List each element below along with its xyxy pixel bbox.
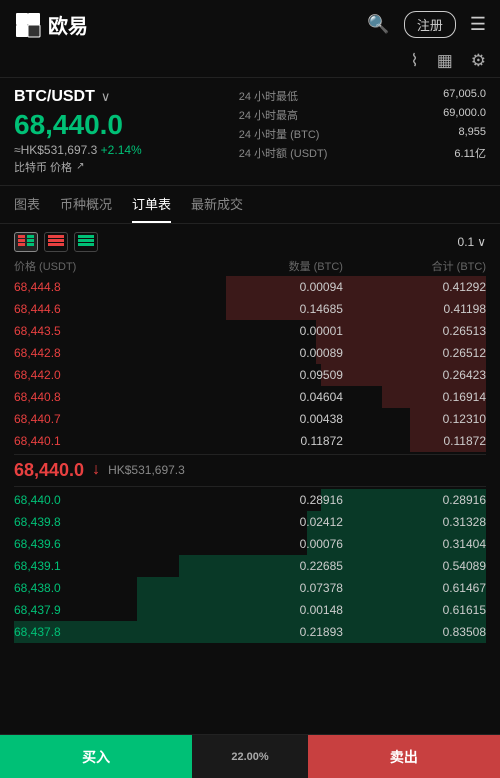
main-price: 68,440.0 (14, 110, 239, 141)
bottom-bar: 买入 22.00% 卖出 (0, 734, 500, 778)
stat-row-1: 24 小时最高 69,000.0 (239, 107, 486, 123)
tab-chart[interactable]: 图表 (14, 194, 40, 223)
precision-chevron: ∨ (477, 235, 486, 249)
hk-price: ≈HK$531,697.3 +2.14% (14, 143, 239, 157)
tab-trades[interactable]: 最新成交 (191, 194, 243, 223)
buy-row[interactable]: 68,439.6 0.00076 0.31404 (14, 533, 486, 555)
ob-col-header: 价格 (USDT) 数量 (BTC) 合计 (BTC) (14, 258, 486, 274)
sell-rows: 68,444.8 0.00094 0.41292 68,444.6 0.1468… (14, 276, 486, 452)
sell-row[interactable]: 68,442.8 0.00089 0.26512 (14, 342, 486, 364)
sell-row[interactable]: 68,443.5 0.00001 0.26513 (14, 320, 486, 342)
chart-icon[interactable]: ⌇ (410, 51, 418, 71)
ob-toolbar: 0.1 ∨ (14, 232, 486, 252)
ob-view-icons (14, 232, 98, 252)
buy-row[interactable]: 68,439.1 0.22685 0.54089 (14, 555, 486, 577)
settings-icon[interactable]: ⚙ (471, 51, 486, 71)
header: 欧易 🔍 注册 ☰ (0, 0, 500, 47)
pair-row: BTC/USDT ∨ (14, 88, 239, 106)
sell-button[interactable]: 卖出 (308, 735, 500, 778)
sell-row[interactable]: 68,440.7 0.00438 0.12310 (14, 408, 486, 430)
external-link-icon[interactable]: ↗ (76, 161, 84, 172)
price-left: BTC/USDT ∨ 68,440.0 ≈HK$531,697.3 +2.14%… (14, 88, 239, 175)
sell-row[interactable]: 68,444.8 0.00094 0.41292 (14, 276, 486, 298)
stat-row-0: 24 小时最低 67,005.0 (239, 88, 486, 104)
price-right: 24 小时最低 67,005.0 24 小时最高 69,000.0 24 小时量… (239, 88, 486, 175)
ob-view-both[interactable] (14, 232, 38, 252)
buy-row[interactable]: 68,439.8 0.02412 0.31328 (14, 511, 486, 533)
grid-icon[interactable]: ▦ (437, 51, 453, 71)
search-icon[interactable]: 🔍 (367, 14, 389, 35)
tab-orderbook[interactable]: 订单表 (132, 194, 171, 223)
mid-hk: HK$531,697.3 (108, 463, 185, 477)
buy-rows: 68,440.0 0.28916 0.28916 68,439.8 0.0241… (14, 489, 486, 643)
buy-row[interactable]: 68,440.0 0.28916 0.28916 (14, 489, 486, 511)
header-icons: 🔍 注册 ☰ (367, 11, 486, 38)
sub-header: ⌇ ▦ ⚙ (0, 47, 500, 77)
pair-name[interactable]: BTC/USDT (14, 88, 95, 106)
sell-row[interactable]: 68,444.6 0.14685 0.41198 (14, 298, 486, 320)
buy-row[interactable]: 68,437.8 0.21893 0.83508 (14, 621, 486, 643)
mid-price-row: 68,440.0 ↓ HK$531,697.3 (14, 454, 486, 487)
mid-price: 68,440.0 (14, 460, 84, 481)
logo[interactable]: 欧易 (14, 10, 88, 39)
change-pct: +2.14% (101, 143, 142, 157)
coin-label: 比特币 价格 ↗ (14, 159, 239, 175)
buy-row[interactable]: 68,437.9 0.00148 0.61615 (14, 599, 486, 621)
register-button[interactable]: 注册 (404, 11, 456, 38)
pct-label: 22.00% (192, 735, 307, 778)
price-section: BTC/USDT ∨ 68,440.0 ≈HK$531,697.3 +2.14%… (0, 78, 500, 185)
sell-row[interactable]: 68,440.1 0.11872 0.11872 (14, 430, 486, 452)
ob-view-buys[interactable] (74, 232, 98, 252)
buy-button[interactable]: 买入 (0, 735, 192, 778)
mid-arrow-icon: ↓ (92, 461, 100, 479)
pair-chevron[interactable]: ∨ (101, 89, 111, 105)
stat-row-3: 24 小时额 (USDT) 6.11亿 (239, 145, 486, 161)
buy-row[interactable]: 68,438.0 0.07378 0.61467 (14, 577, 486, 599)
orderbook-section: 0.1 ∨ 价格 (USDT) 数量 (BTC) 合计 (BTC) 68,444… (0, 224, 500, 643)
stat-row-2: 24 小时量 (BTC) 8,955 (239, 126, 486, 142)
tab-overview[interactable]: 币种概况 (60, 194, 112, 223)
menu-icon[interactable]: ☰ (470, 14, 486, 35)
sell-row[interactable]: 68,440.8 0.04604 0.16914 (14, 386, 486, 408)
tabs: 图表 币种概况 订单表 最新成交 (0, 186, 500, 224)
ob-precision[interactable]: 0.1 ∨ (458, 235, 486, 249)
sell-row[interactable]: 68,442.0 0.09509 0.26423 (14, 364, 486, 386)
logo-text: 欧易 (48, 10, 88, 39)
ob-view-sells[interactable] (44, 232, 68, 252)
